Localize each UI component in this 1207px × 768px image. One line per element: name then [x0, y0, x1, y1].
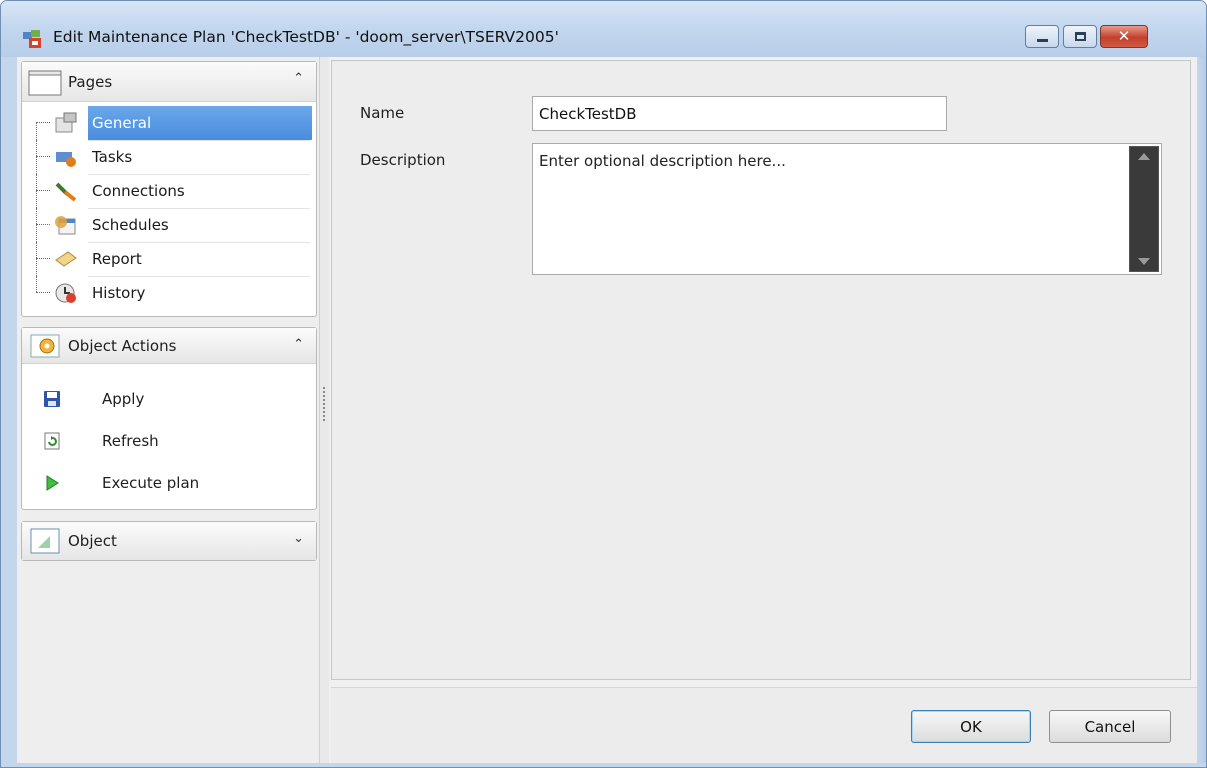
description-field[interactable]	[533, 144, 1127, 274]
refresh-label: Refresh	[102, 432, 159, 450]
general-page: Name Description	[331, 60, 1191, 680]
description-box	[532, 143, 1162, 275]
tree-item-schedules[interactable]: Schedules	[26, 208, 314, 242]
object-group: Object ⌄	[21, 521, 317, 561]
splitter-grip-icon[interactable]	[323, 387, 326, 421]
window-title: Edit Maintenance Plan 'CheckTestDB' - 'd…	[53, 28, 559, 46]
description-label: Description	[360, 151, 446, 169]
pane-splitter[interactable]	[319, 57, 329, 763]
app-icon	[23, 30, 41, 48]
object-actions-group: Object Actions ⌃ Apply Refresh Execute p…	[21, 327, 317, 510]
navigation-pane: Pages ⌃ General Tasks Connections Schedu…	[17, 57, 319, 763]
scroll-up-icon[interactable]	[1138, 153, 1150, 160]
name-label: Name	[360, 104, 405, 122]
tree-item-tasks[interactable]: Tasks	[26, 140, 314, 174]
object-group-title: Object	[68, 532, 117, 550]
name-input[interactable]	[532, 96, 947, 131]
pages-group-title: Pages	[68, 72, 113, 91]
tree-item-label: Connections	[92, 182, 185, 200]
execute-plan-action[interactable]: Execute plan	[42, 468, 199, 498]
refresh-icon	[42, 431, 62, 451]
tree-item-connections[interactable]: Connections	[26, 174, 314, 208]
tree-item-history[interactable]: History	[26, 276, 314, 310]
minimize-icon	[1036, 39, 1048, 42]
collapse-chevron-icon[interactable]: ⌃	[293, 337, 304, 352]
execute-plan-label: Execute plan	[102, 474, 200, 492]
title-bar[interactable]: Edit Maintenance Plan 'CheckTestDB' - 'd…	[1, 1, 1206, 57]
play-icon	[42, 473, 62, 493]
ok-button[interactable]: OK	[911, 710, 1031, 743]
maximize-button[interactable]	[1063, 25, 1097, 48]
object-group-header[interactable]: Object ⌄	[22, 522, 316, 560]
close-button[interactable]: ✕	[1100, 25, 1148, 48]
object-actions-header[interactable]: Object Actions ⌃	[22, 328, 316, 364]
general-icon	[55, 112, 77, 133]
description-scrollbar[interactable]	[1129, 146, 1159, 272]
apply-label: Apply	[102, 390, 145, 408]
tree-item-label: General	[88, 106, 312, 140]
maintenance-plan-window: Edit Maintenance Plan 'CheckTestDB' - 'd…	[0, 0, 1207, 768]
expand-chevron-icon[interactable]: ⌄	[293, 531, 304, 546]
window-frame-bottom	[1, 763, 1206, 767]
minimize-button[interactable]	[1025, 25, 1059, 48]
tree-item-label: Schedules	[92, 216, 169, 234]
schedules-icon	[55, 216, 76, 235]
maximize-icon	[1074, 32, 1086, 41]
window-frame-right	[1197, 57, 1206, 767]
close-icon: ✕	[1117, 27, 1131, 45]
history-icon	[55, 283, 76, 303]
cancel-button[interactable]: Cancel	[1049, 710, 1171, 743]
collapse-chevron-icon[interactable]: ⌃	[293, 71, 304, 86]
tree-item-label: Report	[92, 250, 142, 268]
tree-item-label: History	[92, 284, 146, 302]
dialog-footer: OK Cancel	[331, 687, 1197, 763]
pages-icon	[28, 68, 62, 96]
tree-item-report[interactable]: Report	[26, 242, 314, 276]
pages-tree: General Tasks Connections Schedules Repo…	[26, 104, 312, 314]
save-icon	[42, 389, 62, 409]
scroll-down-icon[interactable]	[1138, 258, 1150, 265]
pages-group-header[interactable]: Pages ⌃	[22, 62, 316, 102]
pages-group: Pages ⌃ General Tasks Connections Schedu…	[21, 61, 317, 317]
tasks-icon	[56, 152, 76, 167]
connections-icon	[55, 182, 77, 202]
tree-item-label: Tasks	[92, 148, 133, 166]
client-area: Pages ⌃ General Tasks Connections Schedu…	[17, 57, 1197, 763]
report-icon	[55, 251, 77, 267]
object-icon	[28, 527, 62, 555]
refresh-action[interactable]: Refresh	[42, 426, 159, 456]
object-actions-title: Object Actions	[68, 336, 177, 355]
tree-item-general[interactable]: General	[26, 106, 314, 140]
gear-icon	[28, 332, 62, 360]
apply-action[interactable]: Apply	[42, 384, 144, 414]
